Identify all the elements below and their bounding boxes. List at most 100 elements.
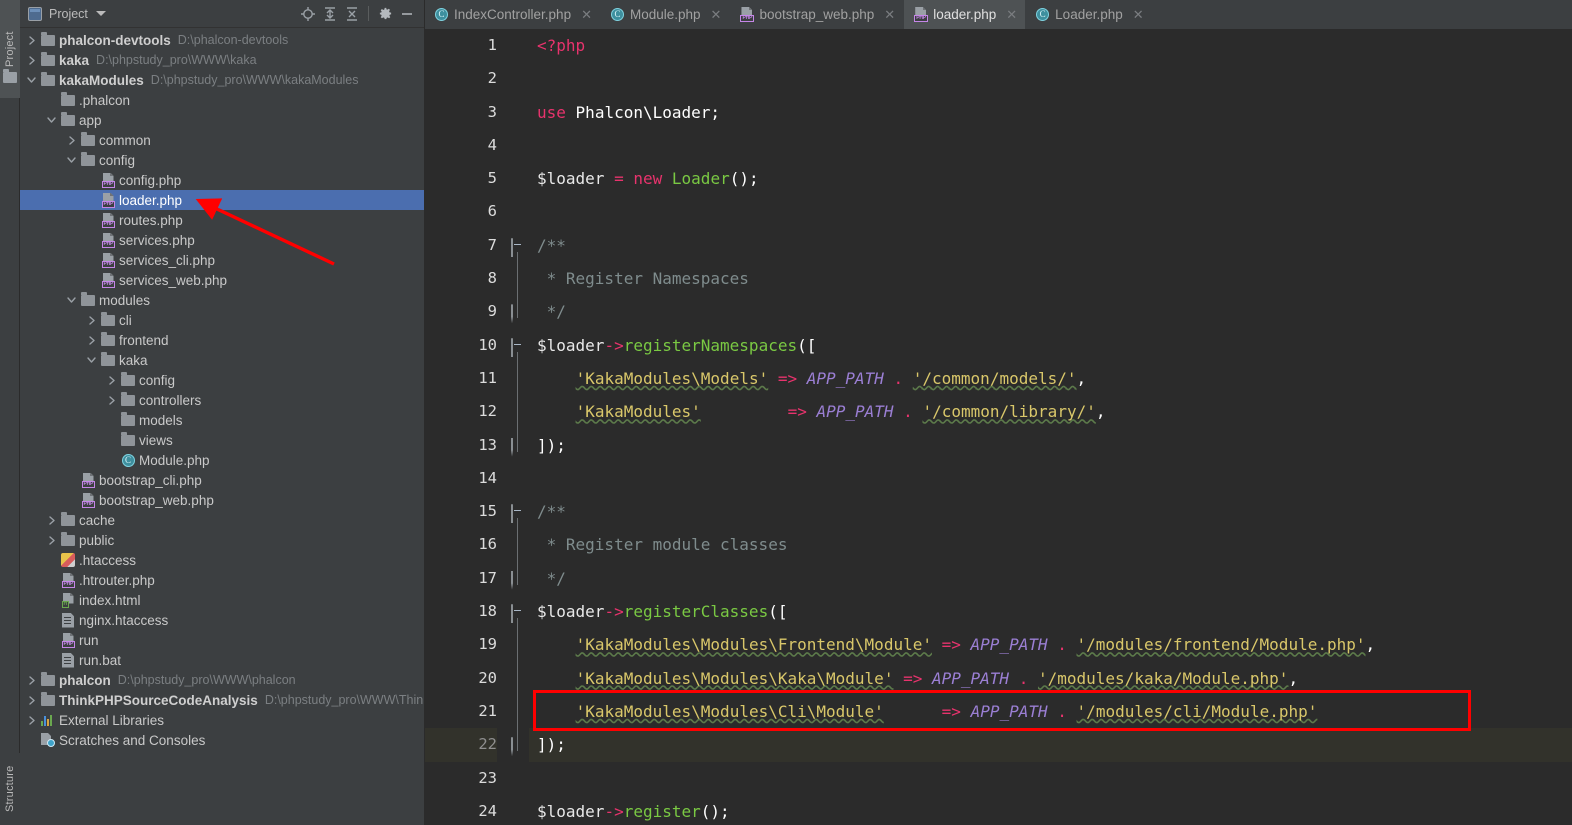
chevron-right-icon[interactable] <box>24 675 39 685</box>
tree-row[interactable]: kaka D:\phpstudy_pro\WWW\kaka <box>20 50 424 70</box>
code-folding-gutter[interactable] <box>507 29 529 825</box>
tree-row[interactable]: PHP config.php <box>20 170 424 190</box>
tree-row[interactable]: public <box>20 530 424 550</box>
tree-row[interactable]: modules <box>20 290 424 310</box>
tree-row[interactable]: controllers <box>20 390 424 410</box>
gear-icon[interactable] <box>374 3 396 25</box>
tree-row[interactable]: External Libraries <box>20 710 424 730</box>
tree-row[interactable]: config <box>20 370 424 390</box>
close-icon[interactable]: ✕ <box>884 7 895 23</box>
chevron-right-icon[interactable] <box>44 515 59 525</box>
code-line[interactable]: 'KakaModules\Modules\Cli\Module' => APP_… <box>529 695 1572 728</box>
code-line[interactable] <box>529 62 1572 95</box>
tree-row[interactable]: PHP bootstrap_cli.php <box>20 470 424 490</box>
code-line[interactable]: $loader->registerNamespaces([ <box>529 329 1572 362</box>
tree-row[interactable]: C Module.php <box>20 450 424 470</box>
fold-marker[interactable] <box>511 237 524 257</box>
fold-marker[interactable] <box>511 570 524 590</box>
code-line[interactable]: 'KakaModules\Models' => APP_PATH . '/com… <box>529 362 1572 395</box>
tree-row[interactable]: .phalcon <box>20 90 424 110</box>
chevron-down-icon[interactable] <box>84 356 99 364</box>
tree-row[interactable]: cli <box>20 310 424 330</box>
fold-marker[interactable] <box>511 504 524 524</box>
chevron-right-icon[interactable] <box>104 375 119 385</box>
source-code[interactable]: <?php use Phalcon\Loader; $loader = new … <box>529 29 1572 825</box>
close-icon[interactable]: ✕ <box>1006 7 1017 23</box>
code-line[interactable] <box>529 195 1572 228</box>
code-line[interactable]: 'KakaModules\Modules\Frontend\Module' =>… <box>529 628 1572 661</box>
rail-tab-project[interactable]: Project <box>0 0 20 98</box>
code-line[interactable]: */ <box>529 295 1572 328</box>
tree-row[interactable]: common <box>20 130 424 150</box>
code-line[interactable] <box>529 462 1572 495</box>
code-line[interactable]: $loader->registerClasses([ <box>529 595 1572 628</box>
fold-marker[interactable] <box>511 737 524 757</box>
tree-row[interactable]: phalcon D:\phpstudy_pro\WWW\phalcon <box>20 670 424 690</box>
code-line[interactable] <box>529 129 1572 162</box>
fold-marker[interactable] <box>511 304 524 324</box>
editor-tab[interactable]: PHP bootstrap_web.php ✕ <box>730 0 905 29</box>
chevron-right-icon[interactable] <box>24 695 39 705</box>
code-line[interactable]: */ <box>529 562 1572 595</box>
chevron-down-icon[interactable] <box>24 76 39 84</box>
code-line[interactable]: <?php <box>529 29 1572 62</box>
tree-row[interactable]: cache <box>20 510 424 530</box>
tree-row[interactable]: .htaccess <box>20 550 424 570</box>
chevron-right-icon[interactable] <box>104 395 119 405</box>
code-line[interactable]: /** <box>529 229 1572 262</box>
tree-row[interactable]: PHP services.php <box>20 230 424 250</box>
tree-row[interactable]: Hindex.html <box>20 590 424 610</box>
code-line[interactable]: use Phalcon\Loader; <box>529 96 1572 129</box>
tree-row[interactable]: run.bat <box>20 650 424 670</box>
locate-target-icon[interactable] <box>297 3 319 25</box>
fold-marker[interactable] <box>511 437 524 457</box>
tree-row[interactable]: ThinkPHPSourceCodeAnalysis D:\phpstudy_pr… <box>20 690 424 710</box>
tree-row[interactable]: phalcon-devtools D:\phalcon-devtools <box>20 30 424 50</box>
chevron-right-icon[interactable] <box>64 135 79 145</box>
close-icon[interactable]: ✕ <box>1133 7 1144 23</box>
tree-row[interactable]: kaka <box>20 350 424 370</box>
code-line[interactable]: 'KakaModules\Modules\Kaka\Module' => APP… <box>529 662 1572 695</box>
expand-all-icon[interactable] <box>319 3 341 25</box>
editor-tab[interactable]: C Loader.php ✕ <box>1026 0 1153 29</box>
code-line[interactable]: $loader = new Loader(); <box>529 162 1572 195</box>
code-viewport[interactable]: 1 2 3 4 5 6 7 8 9 10 11 12 13 14 15 16 17 18 19 20 21 22 23 24 … <box>425 29 1572 825</box>
tree-row[interactable]: PHP services_web.php <box>20 270 424 290</box>
minimize-icon[interactable] <box>396 3 418 25</box>
tree-row[interactable]: views <box>20 430 424 450</box>
code-line[interactable]: $loader->register(); <box>529 795 1572 825</box>
chevron-right-icon[interactable] <box>24 715 39 725</box>
code-line[interactable]: * Register Namespaces <box>529 262 1572 295</box>
tree-row[interactable]: frontend <box>20 330 424 350</box>
code-line[interactable]: ]); <box>529 728 1572 762</box>
chevron-right-icon[interactable] <box>84 335 99 345</box>
collapse-all-icon[interactable] <box>341 3 363 25</box>
fold-marker[interactable] <box>511 604 524 624</box>
editor-tab[interactable]: PHP loader.php ✕ <box>904 0 1027 29</box>
chevron-right-icon[interactable] <box>84 315 99 325</box>
code-line[interactable]: /** <box>529 495 1572 528</box>
close-icon[interactable]: ✕ <box>711 7 722 23</box>
editor-tab[interactable]: C IndexController.php ✕ <box>425 0 601 29</box>
tree-row[interactable]: PHP .htrouter.php <box>20 570 424 590</box>
chevron-right-icon[interactable] <box>24 35 39 45</box>
rail-tab-structure[interactable]: Structure <box>0 753 20 825</box>
chevron-down-icon[interactable] <box>95 11 106 16</box>
code-line[interactable]: * Register module classes <box>529 528 1572 561</box>
tree-row[interactable]: PHP routes.php <box>20 210 424 230</box>
code-line[interactable]: ]); <box>529 429 1572 462</box>
code-line[interactable]: 'KakaModules' => APP_PATH . '/common/lib… <box>529 395 1572 428</box>
editor-tab-bar[interactable]: C IndexController.php ✕ C Module.php ✕ PHP boot… <box>425 0 1572 29</box>
code-line[interactable] <box>529 762 1572 795</box>
tree-row[interactable]: config <box>20 150 424 170</box>
tree-row[interactable]: app <box>20 110 424 130</box>
tree-row[interactable]: PHP bootstrap_web.php <box>20 490 424 510</box>
tree-row[interactable]: PHP services_cli.php <box>20 250 424 270</box>
project-tree[interactable]: phalcon-devtools D:\phalcon-devtools kaka D… <box>20 28 424 825</box>
chevron-down-icon[interactable] <box>64 296 79 304</box>
tree-row-selected[interactable]: PHP loader.php <box>20 190 424 210</box>
tree-row[interactable]: PHP run <box>20 630 424 650</box>
tree-row[interactable]: kakaModules D:\phpstudy_pro\WWW\kakaModul… <box>20 70 424 90</box>
chevron-right-icon[interactable] <box>24 55 39 65</box>
tree-row[interactable]: nginx.htaccess <box>20 610 424 630</box>
